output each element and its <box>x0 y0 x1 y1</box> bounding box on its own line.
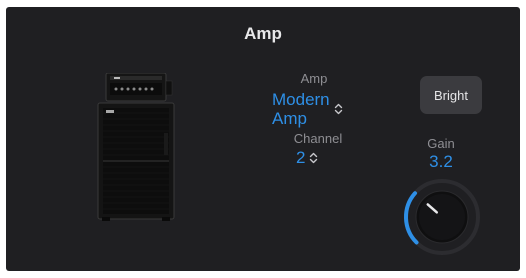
amp-stack-icon <box>97 73 175 221</box>
chevron-up-down-icon <box>334 103 343 115</box>
amp-model-selector[interactable]: Modern Amp <box>272 90 352 128</box>
gain-level-arc <box>404 191 419 245</box>
panel-title: Amp <box>244 24 282 43</box>
channel-value: 2 <box>296 148 306 167</box>
amp-panel: Amp Amp Modern Amp Channel 2 Bright Gain… <box>6 7 520 271</box>
bright-button[interactable]: Bright <box>420 76 482 114</box>
amp-model-value-line1: Modern <box>272 90 330 109</box>
channel-selector-label: Channel <box>293 131 343 146</box>
amp-model-value-line2: Amp <box>272 109 307 128</box>
gain-label: Gain <box>427 136 455 151</box>
gain-knob[interactable] <box>403 178 481 256</box>
chevron-up-down-icon <box>310 152 318 163</box>
amp-model-value: Modern Amp <box>272 90 330 128</box>
amp-selector-label: Amp <box>300 71 328 86</box>
gain-value: 3.2 <box>429 152 453 171</box>
channel-selector[interactable]: 2 <box>296 148 336 167</box>
